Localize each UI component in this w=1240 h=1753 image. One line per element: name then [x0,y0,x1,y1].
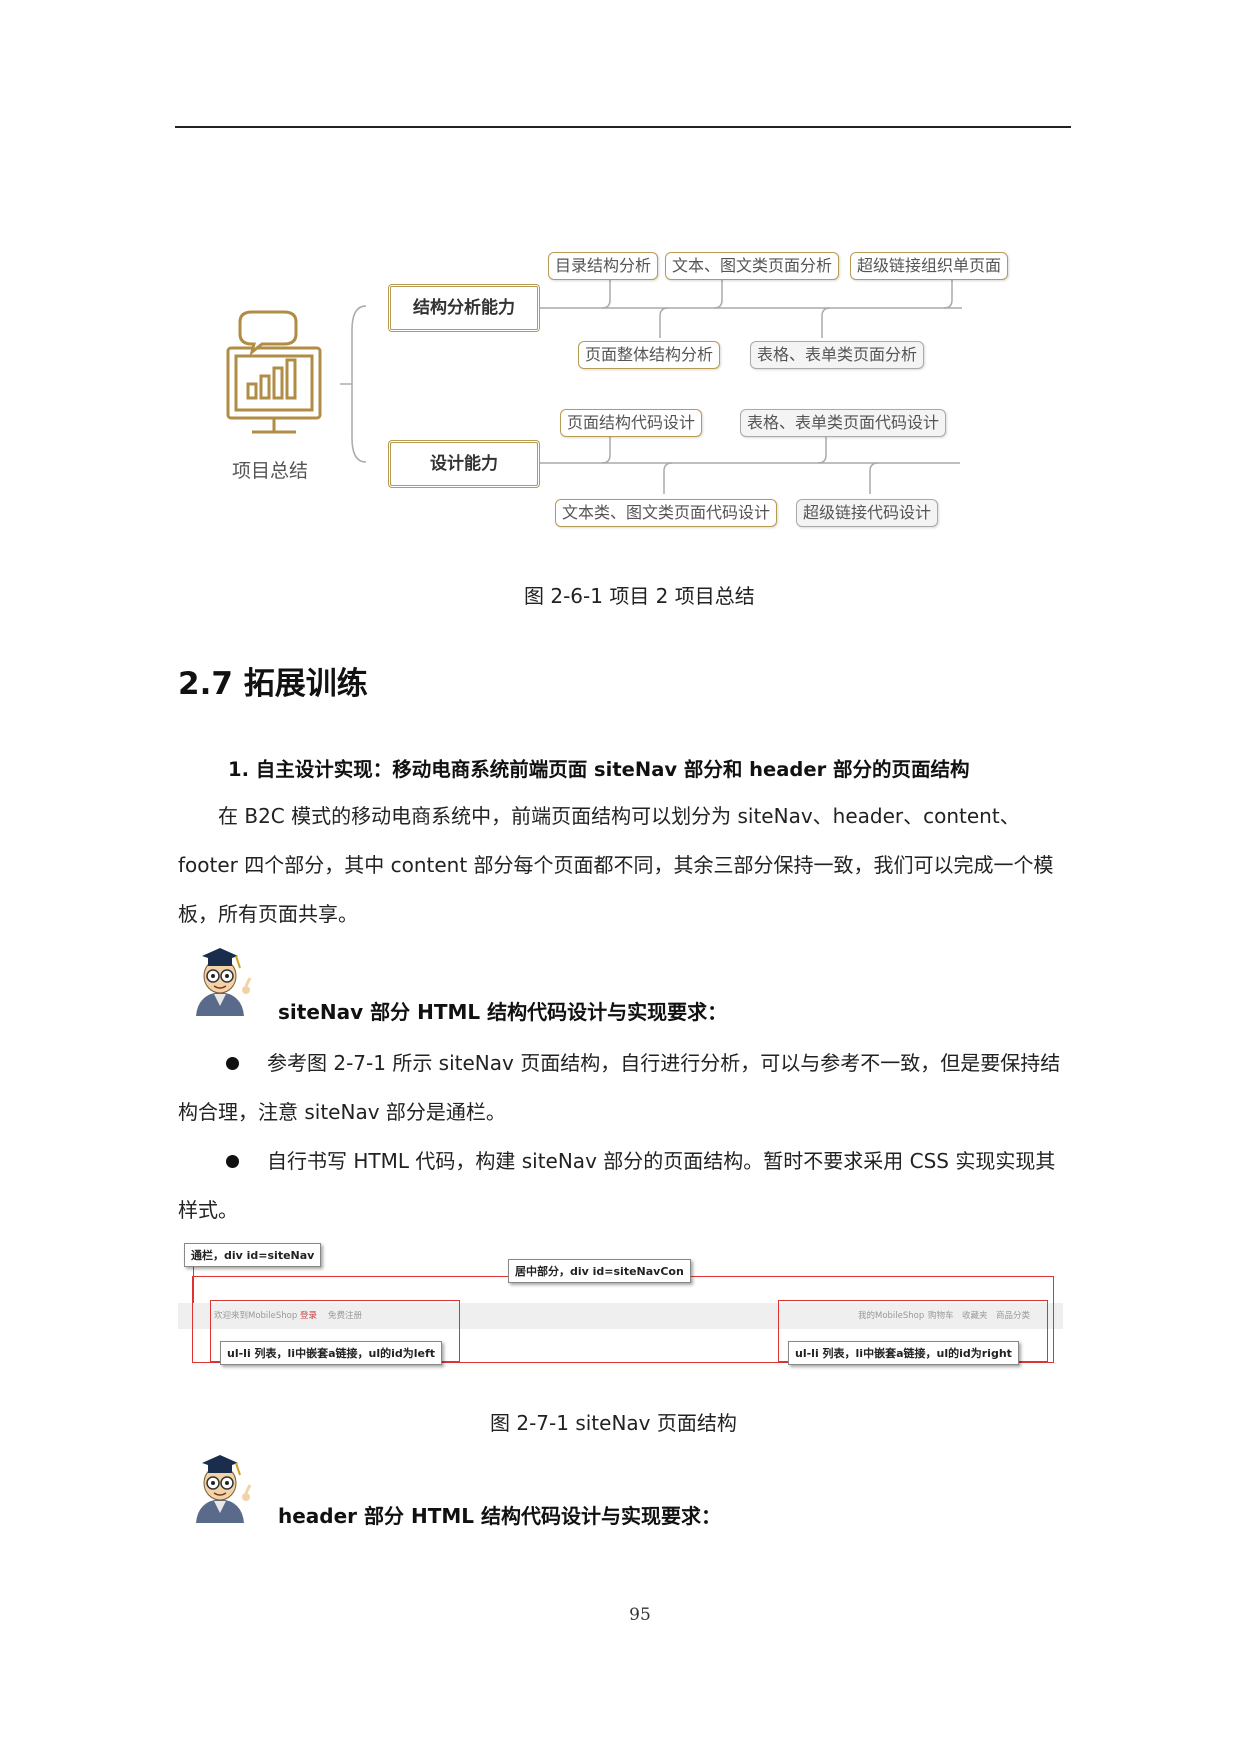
mindmap-node: 文本、图文类页面分析 [665,252,840,280]
figure-caption-2-6-1: 图 2-6-1 项目 2 项目总结 [524,584,755,608]
sitenav-link: 收藏夹 [962,1311,988,1321]
mindmap-connectors [226,278,962,494]
mindmap-root-label: 项目总结 [232,460,309,482]
sitenav-link: 我的MobileShop [858,1311,925,1321]
mindmap-node: 超级链接组织单页面 [850,252,1009,280]
mindmap-node: 页面结构代码设计 [560,409,703,437]
mindmap-node: 超级链接代码设计 [796,499,939,527]
sitenav-requirements-title: siteNav 部分 HTML 结构代码设计与实现要求： [278,1000,728,1024]
mindmap-node: 目录结构分析 [548,252,659,280]
sitenav-link: 欢迎来到MobileShop [214,1311,298,1321]
sitenav-link: 登录 [300,1311,318,1321]
bullet-icon [226,1155,239,1168]
section-title: 2.7 拓展训练 [178,666,368,702]
mindmap-node: 页面整体结构分析 [578,341,721,369]
header-requirements-title: header 部分 HTML 结构代码设计与实现要求： [278,1504,721,1528]
mindmap-branch-structure: 结构分析能力 [388,284,540,332]
annotation-label: ul-li 列表，li中嵌套a链接，ul的id为right [788,1341,1019,1365]
teacher-avatar-icon [180,1445,270,1525]
sitenav-link: 购物车 [928,1311,954,1321]
mindmap-node: 文本类、图文类页面代码设计 [555,499,778,527]
figure-caption-2-7-1: 图 2-7-1 siteNav 页面结构 [490,1411,737,1435]
bullet-item: 参考图 2-7-1 所示 siteNav 页面结构，自行进行分析，可以与参考不一… [178,1039,1073,1137]
bullet-item: 自行书写 HTML 代码，构建 siteNav 部分的页面结构。暂时不要求采用 … [178,1137,1073,1235]
annotation-label: ul-li 列表，li中嵌套a链接，ul的id为left [220,1341,443,1365]
sitenav-link: 免费注册 [328,1311,363,1321]
annotation-label: 居中部分，div id=siteNavCon [508,1259,691,1283]
exercise-subheading: 1. 自主设计实现：移动电商系统前端页面 siteNav 部分和 header … [228,758,970,781]
sitenav-structure-figure: 欢迎来到MobileShop 登录 免费注册 我的MobileShop 购物车 … [178,1243,1063,1373]
sitenav-link: 商品分类 [996,1311,1031,1321]
intro-paragraph: 在 B2C 模式的移动电商系统中，前端页面结构可以划分为 siteNav、hea… [178,804,1054,926]
annotation-label: 通栏，div id=siteNav [184,1243,322,1267]
bullet-text: 自行书写 HTML 代码，构建 siteNav 部分的页面结构。暂时不要求采用 … [178,1149,1056,1222]
monitor-chart-icon [226,310,322,434]
mindmap-node: 表格、表单类页面分析 [750,341,925,369]
page-number: 95 [629,1605,651,1625]
mindmap-node: 表格、表单类页面代码设计 [740,409,947,437]
mindmap-branch-design: 设计能力 [388,440,540,488]
teacher-avatar-icon [180,938,270,1018]
bullet-text: 参考图 2-7-1 所示 siteNav 页面结构，自行进行分析，可以与参考不一… [178,1051,1061,1124]
bullet-icon [226,1057,239,1070]
